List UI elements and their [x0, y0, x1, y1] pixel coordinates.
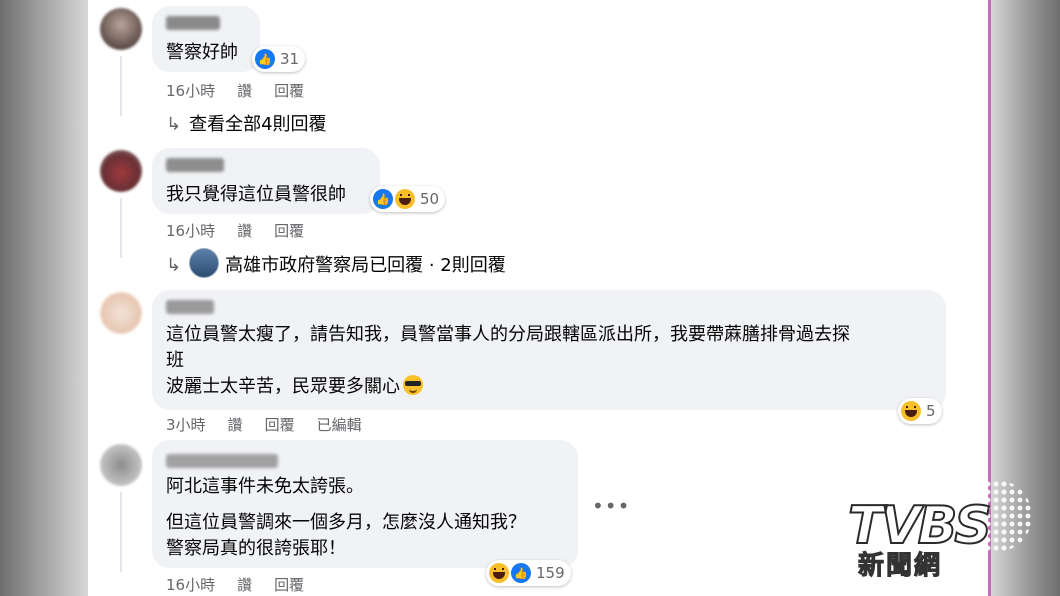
thread-line: [120, 492, 122, 572]
like-icon: 👍: [373, 189, 393, 209]
comment-bubble: 我只覺得這位員警很帥: [152, 148, 380, 214]
comment-text: 我只覺得這位員警很帥: [166, 184, 346, 205]
comment-meta: 16小時 讚 回覆: [166, 574, 326, 595]
thread-line: [120, 56, 122, 116]
author-name-blurred[interactable]: [166, 158, 224, 172]
comment-bubble: 阿北這事件未免太誇張。 但這位員警調來一個多月，怎麼沒人通知我？ 警察局真的很誇…: [152, 440, 578, 568]
tvbs-news-logo: TVBS 新聞網: [847, 478, 1032, 582]
avatar[interactable]: [100, 292, 142, 334]
timestamp[interactable]: 16小時: [166, 576, 215, 594]
thread-line: [120, 198, 122, 258]
comment-bubble: 這位員警太瘦了，請告知我，員警當事人的分局跟轄區派出所，我要帶蔴膳排骨過去探 班…: [152, 290, 946, 410]
like-icon: 👍: [255, 49, 275, 69]
comment-text: 警察好帥: [166, 42, 238, 63]
reaction-count[interactable]: 👍 50: [370, 186, 446, 212]
like-action[interactable]: 讚: [228, 416, 243, 434]
view-replies-link[interactable]: ↳ 查看全部4則回覆: [166, 110, 327, 136]
reaction-count[interactable]: 👍 159: [486, 560, 571, 586]
edited-label: 已編輯: [316, 416, 362, 434]
comment-text-line: 波麗士太辛苦，民眾要多關心: [166, 374, 423, 400]
comment-text-line: 警察局真的很誇張耶！: [166, 538, 346, 559]
reaction-count[interactable]: 👍 31: [252, 46, 306, 72]
author-name-blurred[interactable]: [166, 16, 220, 30]
view-replies-link[interactable]: ↳ 高雄市政府警察局已回覆 · 2則回覆: [166, 248, 506, 278]
left-video-border: [0, 0, 88, 596]
timestamp[interactable]: 16小時: [166, 82, 215, 100]
more-options-button[interactable]: •••: [592, 494, 630, 518]
haha-icon: [489, 563, 509, 583]
reply-action[interactable]: 回覆: [274, 222, 304, 240]
comment-text-line: 這位員警太瘦了，請告知我，員警當事人的分局跟轄區派出所，我要帶蔴膳排骨過去探: [166, 324, 850, 345]
logo-subtitle: 新聞網: [857, 551, 943, 581]
haha-icon: [901, 401, 921, 421]
like-action[interactable]: 讚: [237, 576, 252, 594]
comment-meta: 16小時 讚 回覆: [166, 80, 326, 101]
author-name-blurred[interactable]: [166, 454, 278, 468]
like-icon: 👍: [511, 563, 531, 583]
like-action[interactable]: 讚: [237, 82, 252, 100]
avatar[interactable]: [100, 444, 142, 486]
comment-text-line: 班: [166, 350, 184, 371]
timestamp[interactable]: 3小時: [166, 416, 206, 434]
like-action[interactable]: 讚: [237, 222, 252, 240]
reply-arrow-icon: ↳: [166, 255, 182, 276]
comment-text-line: 但這位員警調來一個多月，怎麼沒人通知我？: [166, 512, 526, 533]
police-avatar-icon: [189, 248, 220, 278]
reply-action[interactable]: 回覆: [274, 576, 304, 594]
sunglasses-emoji-icon: [403, 375, 423, 395]
reply-action[interactable]: 回覆: [274, 82, 304, 100]
timestamp[interactable]: 16小時: [166, 222, 215, 240]
reaction-count[interactable]: 5: [898, 398, 942, 424]
logo-wordmark: TVBS: [847, 496, 993, 556]
comment-text-line: 阿北這事件未免太誇張。: [166, 476, 364, 497]
haha-icon: [395, 189, 415, 209]
avatar[interactable]: [100, 8, 142, 50]
avatar[interactable]: [100, 150, 142, 192]
comment-meta: 16小時 讚 回覆: [166, 220, 326, 241]
reply-arrow-icon: ↳: [166, 114, 182, 135]
author-name-blurred[interactable]: [166, 300, 214, 314]
comment-bubble: 警察好帥: [152, 6, 260, 72]
reply-action[interactable]: 回覆: [265, 416, 295, 434]
comment-meta: 3小時 讚 回覆 已編輯: [166, 414, 384, 435]
